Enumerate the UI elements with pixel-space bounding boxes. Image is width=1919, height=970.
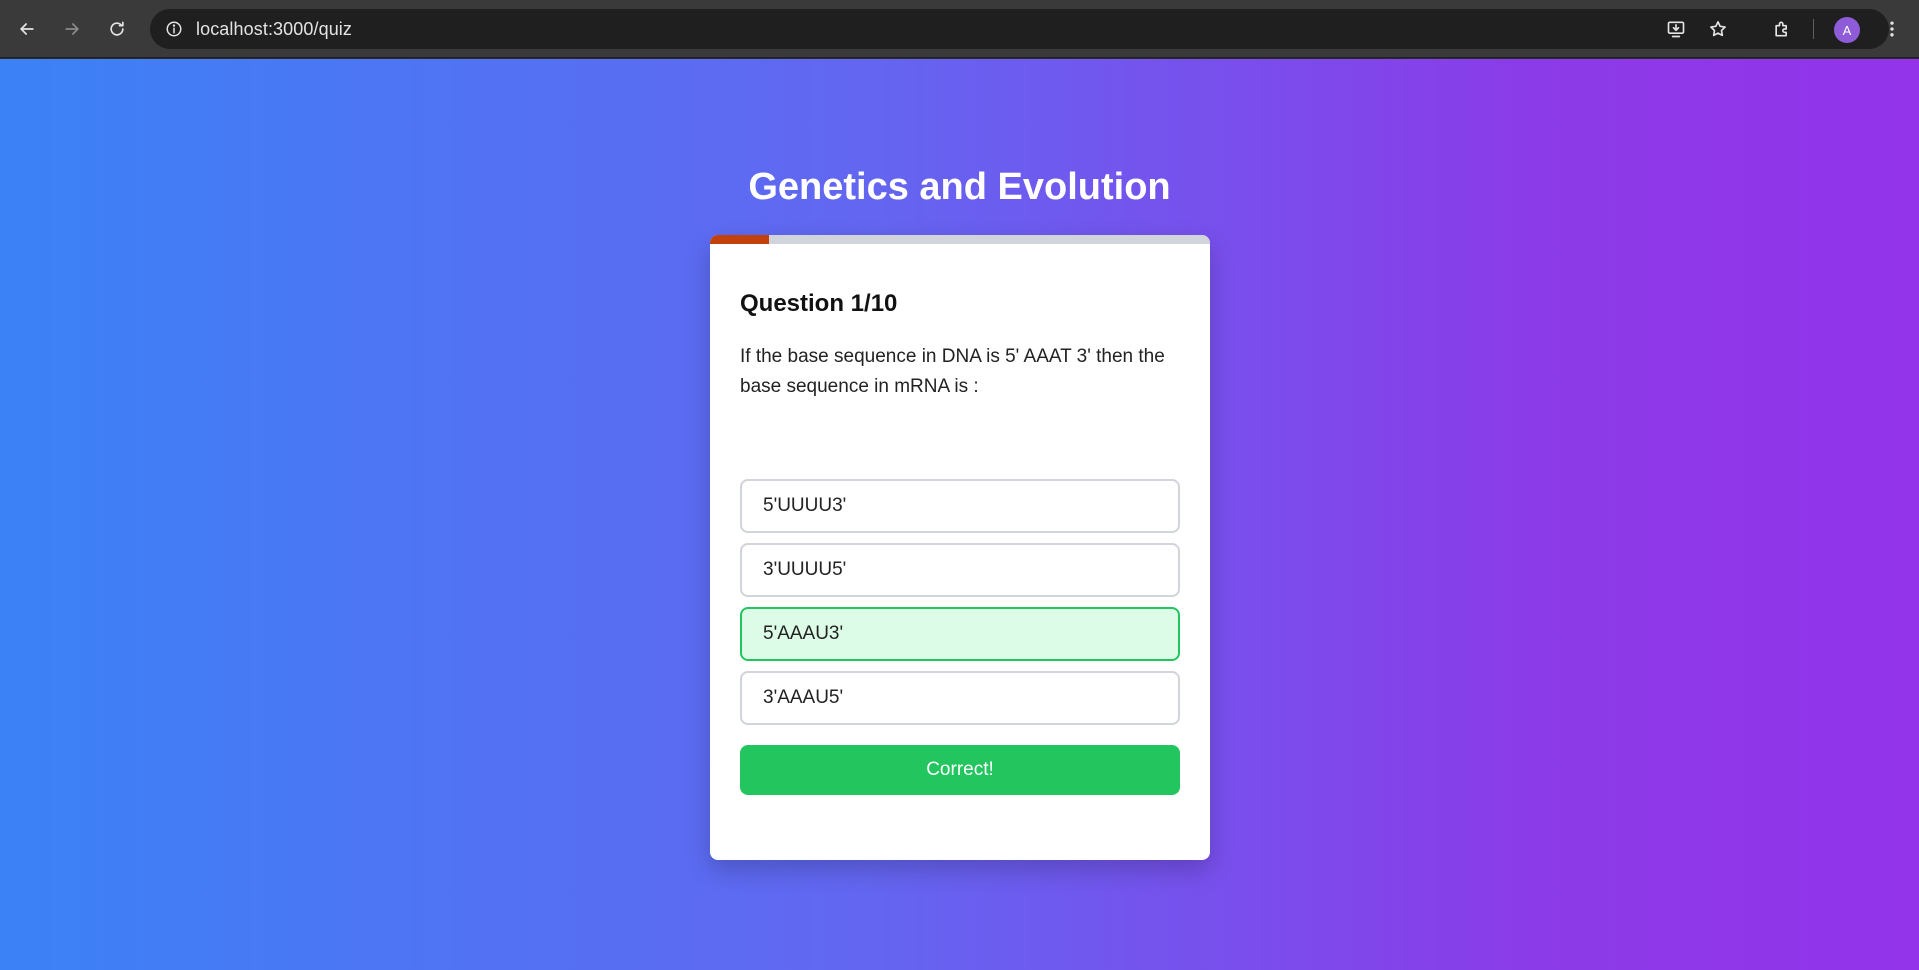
site-info-icon[interactable] bbox=[158, 13, 190, 45]
feedback-correct-button[interactable]: Correct! bbox=[740, 745, 1180, 795]
question-text: If the base sequence in DNA is 5' AAAT 3… bbox=[740, 346, 1165, 397]
forward-icon[interactable] bbox=[56, 13, 88, 45]
answer-option-1[interactable]: 5'UUUU3' bbox=[740, 479, 1180, 533]
back-icon[interactable] bbox=[11, 13, 43, 45]
reload-icon[interactable] bbox=[101, 13, 133, 45]
menu-kebab-icon[interactable] bbox=[1876, 13, 1908, 45]
browser-toolbar: localhost:3000/quiz A bbox=[0, 0, 1919, 58]
profile-avatar[interactable]: A bbox=[1834, 17, 1860, 43]
answer-option-2[interactable]: 3'UUUU5' bbox=[740, 543, 1180, 597]
url-text[interactable]: localhost:3000/quiz bbox=[196, 9, 352, 49]
answer-option-4[interactable]: 3'AAAU5' bbox=[740, 671, 1180, 725]
quiz-title: Genetics and Evolution bbox=[748, 166, 1171, 208]
progress-bar bbox=[710, 235, 1210, 244]
question-number: Question 1/10 bbox=[740, 290, 898, 317]
install-app-icon[interactable] bbox=[1660, 13, 1692, 45]
toolbar-divider bbox=[1813, 19, 1814, 39]
address-bar[interactable]: localhost:3000/quiz bbox=[150, 9, 1889, 49]
page-viewport: Genetics and Evolution Question 1/10 If … bbox=[0, 59, 1919, 970]
extensions-icon[interactable] bbox=[1766, 13, 1798, 45]
progress-bar-fill bbox=[710, 235, 769, 244]
quiz-card: Question 1/10 If the base sequence in DN… bbox=[710, 235, 1210, 860]
bookmark-star-icon[interactable] bbox=[1702, 13, 1734, 45]
answer-option-3[interactable]: 5'AAAU3' bbox=[740, 607, 1180, 661]
